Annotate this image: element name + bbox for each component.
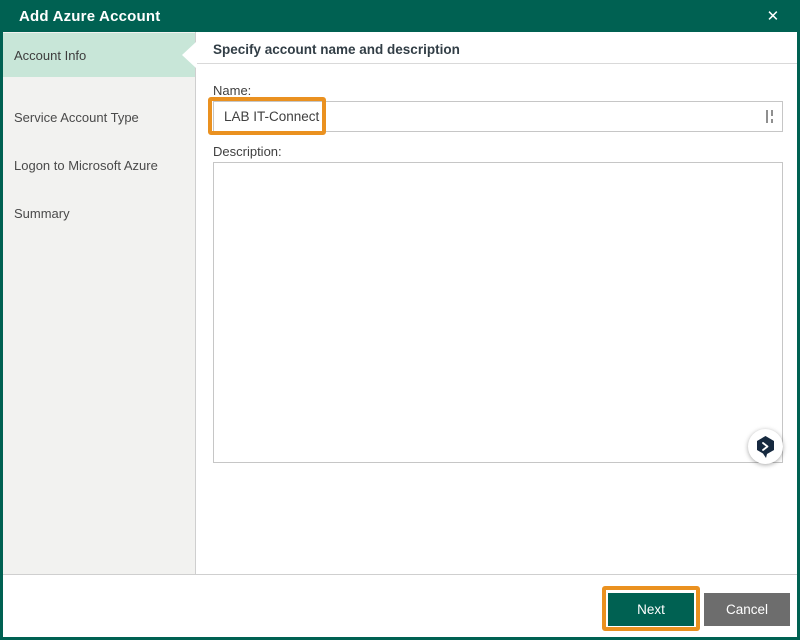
- sidebar-item-logon-to-microsoft-azure[interactable]: Logon to Microsoft Azure: [0, 153, 195, 177]
- add-azure-account-dialog: Add Azure Account ✕ Account Info Service…: [0, 0, 800, 640]
- title-bar: Add Azure Account ✕: [0, 0, 800, 32]
- name-field-label: Name:: [213, 83, 251, 98]
- page-title: Specify account name and description: [213, 42, 460, 57]
- cancel-button[interactable]: Cancel: [704, 593, 790, 626]
- sidebar-item-account-info[interactable]: Account Info: [0, 33, 195, 77]
- chat-widget-button[interactable]: [748, 429, 783, 464]
- content-panel: Specify account name and description Nam…: [197, 32, 800, 574]
- sidebar-item-summary[interactable]: Summary: [0, 201, 195, 225]
- next-button[interactable]: Next: [608, 593, 694, 626]
- step-label: Service Account Type: [14, 110, 139, 125]
- close-icon[interactable]: ✕: [760, 0, 786, 32]
- heading-divider: [197, 63, 797, 64]
- step-label: Account Info: [14, 48, 86, 63]
- wizard-steps-sidebar: Account Info Service Account Type Logon …: [0, 32, 196, 574]
- name-input[interactable]: [213, 101, 783, 132]
- footer-bar: Next Cancel: [0, 574, 800, 640]
- step-label: Logon to Microsoft Azure: [14, 158, 158, 173]
- description-textarea[interactable]: [213, 162, 783, 463]
- text-cursor-icon: [765, 109, 774, 124]
- step-label: Summary: [14, 206, 70, 221]
- sidebar-item-service-account-type[interactable]: Service Account Type: [0, 105, 195, 129]
- dialog-title: Add Azure Account: [19, 8, 160, 25]
- description-field-label: Description:: [213, 144, 282, 159]
- chat-bubble-icon: [752, 433, 779, 460]
- active-step-pointer: [182, 42, 196, 68]
- window-border-left: [0, 0, 3, 640]
